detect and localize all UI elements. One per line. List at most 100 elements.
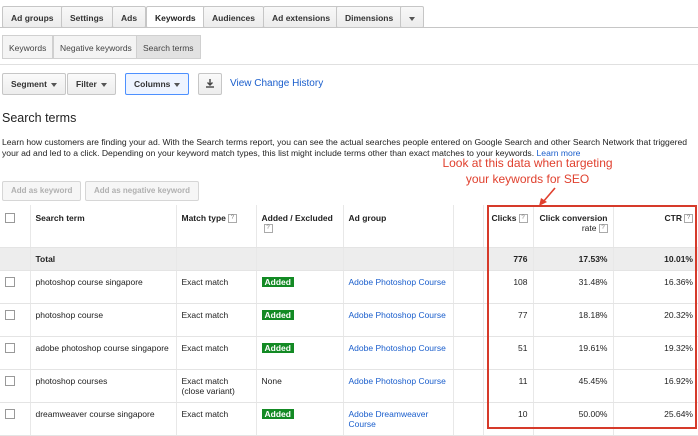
match-type: Exact match [181, 408, 229, 419]
row-checkbox-cell [0, 336, 30, 370]
table-row[interactable]: dreamweaver course singapore Exact match… [0, 402, 698, 436]
status-cell: None [255, 369, 343, 403]
help-icon[interactable]: ? [263, 224, 273, 234]
total-row: Total 776 17.53% 10.01% [0, 247, 698, 271]
header-added-excluded[interactable]: Added / Excluded? [255, 205, 343, 248]
table-row[interactable]: photoshop courses Exact match (close vari… [0, 369, 698, 403]
ctr-cell: 16.92% [612, 369, 698, 403]
row-checkbox-cell [0, 369, 30, 403]
total-spacer [0, 247, 30, 271]
ad-group-link[interactable]: Adobe Photoshop Course [342, 270, 453, 304]
row-checkbox-cell [0, 402, 30, 436]
more-tabs-button[interactable] [400, 6, 424, 28]
header-ctr[interactable]: CTR? [612, 205, 698, 248]
add-as-keyword-button[interactable]: Add as keyword [2, 181, 82, 201]
tab-ads[interactable]: Ads [112, 6, 147, 28]
header-click-conversion-rate[interactable]: Click conversion rate? [532, 205, 613, 248]
total-ctr: 10.01% [612, 247, 698, 271]
conv-rate-cell: 31.48% [532, 270, 613, 304]
clicks-cell: 108 [482, 270, 533, 304]
tab-dimensions[interactable]: Dimensions [336, 6, 403, 28]
ad-group-link[interactable]: Adobe Photoshop Course [342, 369, 453, 403]
match-type: Exact match [181, 375, 229, 386]
total-empty [255, 247, 343, 271]
tab-audiences[interactable]: Audiences [203, 6, 264, 28]
tab-settings[interactable]: Settings [61, 6, 113, 28]
subtab-negative-keywords[interactable]: Negative keywords [53, 35, 139, 59]
spacer-cell [452, 303, 483, 337]
ad-group-link[interactable]: Adobe Dreamweaver Course [342, 402, 453, 436]
spacer-cell [452, 369, 483, 403]
columns-label: Columns [134, 79, 171, 89]
status-badge: Added [261, 309, 294, 320]
search-term-cell: dreamweaver course singapore [29, 402, 176, 436]
total-label: Total [29, 247, 176, 271]
segment-button[interactable]: Segment [2, 73, 66, 95]
status-cell: Added [255, 270, 343, 304]
chevron-down-icon [50, 82, 57, 87]
clicks-cell: 51 [482, 336, 533, 370]
ctr-cell: 20.32% [612, 303, 698, 337]
view-change-history-link[interactable]: View Change History [230, 78, 323, 89]
header-spacer [452, 205, 483, 248]
match-type: Exact match [181, 276, 229, 287]
help-icon[interactable]: ? [598, 224, 608, 234]
annotation-text: Look at this data when targeting your ke… [420, 155, 635, 187]
clicks-cell: 77 [482, 303, 533, 337]
spacer-cell [452, 270, 483, 304]
conv-rate-cell: 45.45% [532, 369, 613, 403]
row-checkbox[interactable] [5, 408, 15, 419]
ad-group-link[interactable]: Adobe Photoshop Course [342, 336, 453, 370]
search-terms-table: Search term Match type? Added / Excluded… [0, 205, 698, 436]
tab-ad-groups[interactable]: Ad groups [2, 6, 63, 28]
table-header-row: Search term Match type? Added / Excluded… [0, 205, 698, 248]
page-title: Search terms [2, 111, 77, 125]
spacer-cell [452, 336, 483, 370]
match-type: Exact match [181, 309, 229, 320]
table-row[interactable]: photoshop course Exact match Added Adobe… [0, 303, 698, 337]
status-cell: Added [255, 336, 343, 370]
download-button[interactable] [198, 73, 222, 95]
row-checkbox[interactable] [5, 309, 15, 320]
tab-ad-extensions[interactable]: Ad extensions [263, 6, 340, 28]
conv-rate-cell: 50.00% [532, 402, 613, 436]
annotation-line-2: your keywords for SEO [465, 172, 590, 186]
row-checkbox[interactable] [5, 276, 15, 287]
columns-button[interactable]: Columns [125, 73, 190, 95]
select-all-checkbox[interactable] [5, 213, 15, 223]
subtab-keywords[interactable]: Keywords [2, 35, 54, 59]
help-icon[interactable]: ? [518, 214, 528, 224]
match-type: Exact match [181, 342, 229, 353]
help-icon[interactable]: ? [684, 214, 693, 224]
search-term-cell: adobe photoshop course singapore [29, 336, 176, 370]
total-conv-rate: 17.53% [532, 247, 613, 271]
total-clicks: 776 [482, 247, 533, 271]
status-badge: Added [261, 408, 294, 419]
search-term-cell: photoshop courses [29, 369, 176, 403]
match-type-cell: Exact match [175, 336, 256, 370]
clicks-cell: 11 [482, 369, 533, 403]
table-row[interactable]: photoshop course singapore Exact match A… [0, 270, 698, 304]
table-row[interactable]: adobe photoshop course singapore Exact m… [0, 336, 698, 370]
header-ad-group[interactable]: Ad group [342, 205, 453, 248]
header-match-type[interactable]: Match type? [175, 205, 256, 248]
help-icon[interactable]: ? [227, 214, 237, 224]
total-empty [175, 247, 256, 271]
chevron-down-icon [409, 16, 415, 21]
header-clicks[interactable]: Clicks? [482, 205, 533, 248]
ad-group-link[interactable]: Adobe Photoshop Course [342, 303, 453, 337]
tab-keywords[interactable]: Keywords [146, 6, 205, 28]
subtab-search-terms[interactable]: Search terms [136, 35, 201, 59]
status-badge: Added [261, 276, 294, 287]
subtab-divider [0, 64, 698, 65]
add-as-negative-keyword-button[interactable]: Add as negative keyword [85, 181, 200, 201]
row-checkbox[interactable] [5, 342, 15, 353]
row-checkbox[interactable] [5, 375, 15, 386]
total-empty [452, 247, 483, 271]
filter-button[interactable]: Filter [67, 73, 116, 95]
ctr-cell: 25.64% [612, 402, 698, 436]
header-search-term[interactable]: Search term [29, 205, 176, 248]
conv-rate-cell: 19.61% [532, 336, 613, 370]
match-type-cell: Exact match (close variant) [175, 369, 256, 403]
total-empty [342, 247, 453, 271]
